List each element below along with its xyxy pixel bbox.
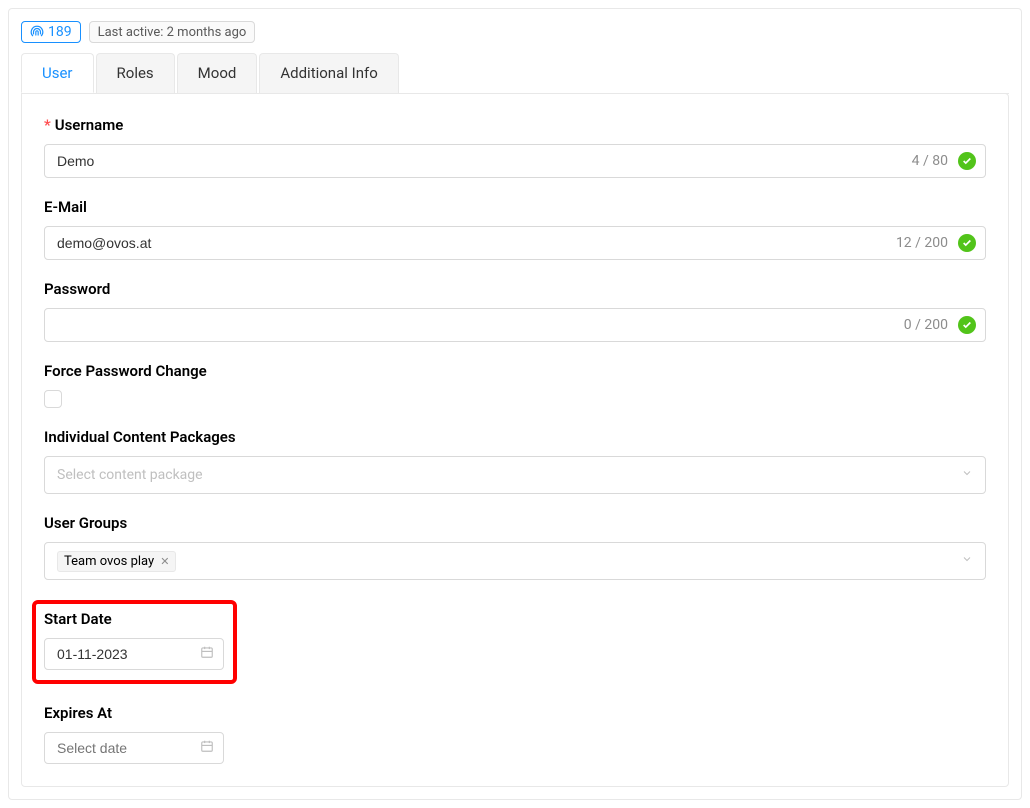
tab-content-user: *Username 4 / 80 E-Mail 12 / 200 Passwo [21,93,1009,787]
check-icon [958,316,976,334]
email-counter: 12 / 200 [896,235,948,251]
expires-at-input[interactable] [44,732,224,764]
tab-mood[interactable]: Mood [177,53,258,93]
close-icon[interactable]: ✕ [160,555,169,568]
username-label: *Username [44,116,986,134]
username-group: *Username 4 / 80 [44,116,986,178]
user-groups-label: User Groups [44,514,986,532]
fingerprint-icon [30,25,44,39]
header-row: 189 Last active: 2 months ago [21,21,1009,43]
user-groups-group: User Groups Team ovos play ✕ [44,514,986,580]
start-date-input[interactable] [44,638,224,670]
check-icon [958,234,976,252]
email-input-wrapper: 12 / 200 [44,226,986,260]
last-active-badge: Last active: 2 months ago [89,21,256,43]
password-counter: 0 / 200 [904,317,948,333]
email-group: E-Mail 12 / 200 [44,198,986,260]
email-label: E-Mail [44,198,986,216]
force-password-change-checkbox[interactable] [44,390,62,408]
expires-at-wrapper [44,732,224,764]
chevron-down-icon [961,553,973,569]
start-date-highlight: Start Date [32,600,237,684]
password-input[interactable] [44,308,986,342]
required-indicator: * [44,116,51,134]
content-packages-group: Individual Content Packages Select conte… [44,428,986,494]
username-input-wrapper: 4 / 80 [44,144,986,178]
content-packages-select[interactable]: Select content package [44,456,986,494]
start-date-group: Start Date [44,600,986,684]
user-group-tag-label: Team ovos play [64,554,154,569]
tab-roles[interactable]: Roles [96,53,175,93]
expires-at-group: Expires At [44,704,986,764]
password-group: Password 0 / 200 [44,280,986,342]
user-id-badge[interactable]: 189 [21,21,81,43]
content-packages-label: Individual Content Packages [44,428,986,446]
password-input-wrapper: 0 / 200 [44,308,986,342]
content-packages-placeholder: Select content package [57,467,203,483]
username-counter: 4 / 80 [912,153,948,169]
start-date-label: Start Date [44,610,225,628]
expires-at-label: Expires At [44,704,986,722]
force-password-change-label: Force Password Change [44,362,986,380]
username-input[interactable] [44,144,986,178]
tabs-bar: User Roles Mood Additional Info [21,53,1009,94]
user-groups-select[interactable]: Team ovos play ✕ [44,542,986,580]
check-icon [958,152,976,170]
chevron-down-icon [961,467,973,483]
user-id-number: 189 [48,24,72,40]
user-edit-panel: 189 Last active: 2 months ago User Roles… [8,8,1022,800]
password-label: Password [44,280,986,298]
user-group-tag: Team ovos play ✕ [57,551,176,572]
email-input[interactable] [44,226,986,260]
start-date-wrapper [44,638,224,670]
force-password-change-group: Force Password Change [44,362,986,408]
tab-user[interactable]: User [21,53,94,93]
tab-additional-info[interactable]: Additional Info [259,53,398,93]
